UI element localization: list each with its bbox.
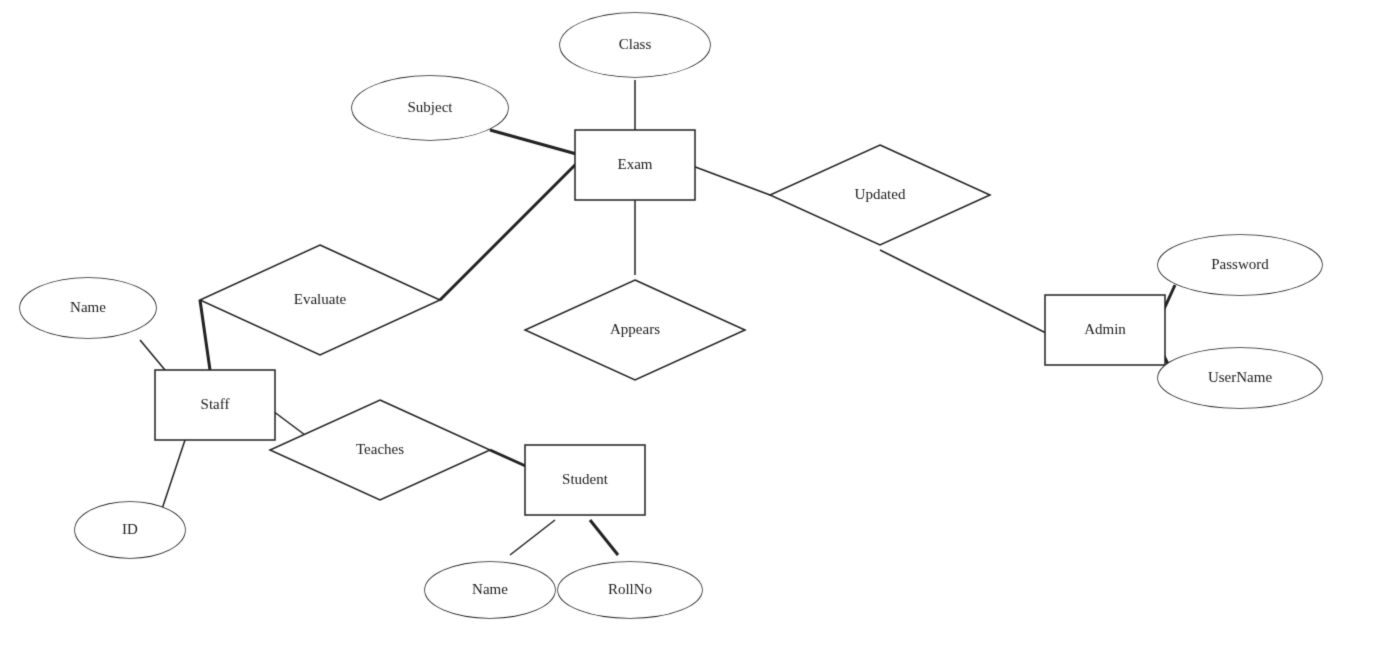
er-diagram-canvas — [0, 0, 1392, 668]
